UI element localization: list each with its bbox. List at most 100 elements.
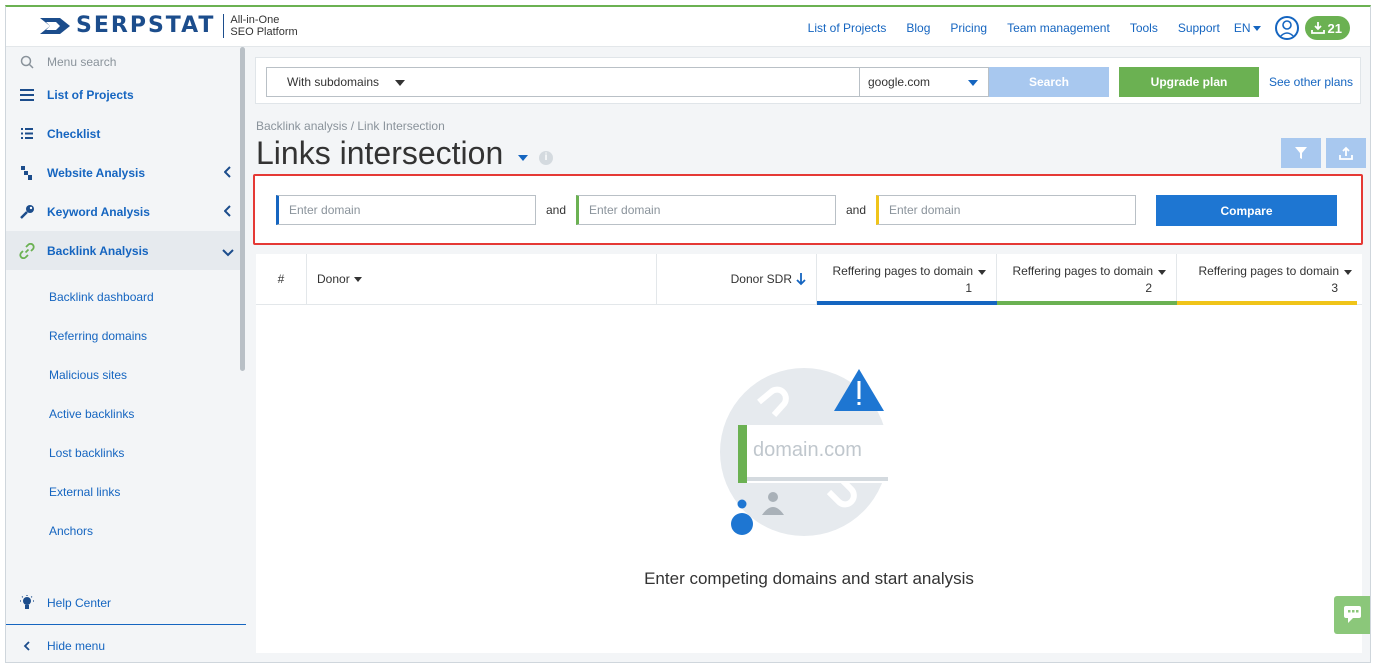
column-ref1-label: Reffering pages to domain xyxy=(832,264,986,278)
sidebar-item-checklist[interactable]: Checklist xyxy=(6,114,240,153)
downloads-badge[interactable]: 21 xyxy=(1304,16,1350,40)
sidebar-subitem-backlink-dashboard[interactable]: Backlink dashboard xyxy=(49,290,154,304)
domain-input-3-placeholder: Enter domain xyxy=(889,203,961,217)
chevron-down-icon xyxy=(395,80,405,86)
column-ref3-label: Reffering pages to domain xyxy=(1198,264,1352,278)
chevron-down-icon xyxy=(978,269,986,275)
column-header-index: # xyxy=(256,254,307,304)
brand-tagline: All-in-One SEO Platform xyxy=(230,14,297,38)
column-donor-sdr-label: Donor SDR xyxy=(730,272,792,286)
key-icon xyxy=(18,203,36,221)
column-ref1-number: 1 xyxy=(965,280,972,295)
top-header: SERPSTAT All-in-One SEO Platform List of… xyxy=(6,7,1370,47)
nav-list-of-projects[interactable]: List of Projects xyxy=(808,21,887,35)
sidebar-subitem-referring-domains[interactable]: Referring domains xyxy=(49,329,147,343)
sidebar-subitem-active-backlinks[interactable]: Active backlinks xyxy=(49,407,134,421)
empty-state-illustration: domain.com xyxy=(719,367,899,537)
upload-icon xyxy=(1339,146,1353,160)
sidebar-item-label: Help Center xyxy=(47,595,112,610)
domain-input-2[interactable]: Enter domain xyxy=(576,195,836,225)
link-icon xyxy=(18,242,36,260)
domain-input-1-placeholder: Enter domain xyxy=(289,203,361,217)
language-label: EN xyxy=(1233,21,1251,35)
sidebar-subitem-malicious-sites[interactable]: Malicious sites xyxy=(49,368,127,382)
sidebar-item-label: Website Analysis xyxy=(47,165,146,180)
column-header-ref-pages-1[interactable]: Reffering pages to domain 1 xyxy=(817,254,997,304)
chevron-down-icon xyxy=(353,276,362,282)
nav-team-management[interactable]: Team management xyxy=(1007,21,1110,35)
upgrade-plan-button[interactable]: Upgrade plan xyxy=(1119,67,1259,97)
sidebar-item-label: Backlink Analysis xyxy=(47,243,149,258)
user-avatar-icon[interactable] xyxy=(1274,16,1299,40)
checklist-icon xyxy=(18,125,36,143)
sidebar-item-keyword-analysis[interactable]: Keyword Analysis xyxy=(6,192,240,231)
column-donor-label: Donor xyxy=(317,272,350,286)
nav-tools[interactable]: Tools xyxy=(1130,21,1158,35)
sidebar-item-help-center[interactable]: Help Center xyxy=(6,583,240,622)
sidebar-divider xyxy=(6,624,246,625)
top-nav: List of Projects Blog Pricing Team manag… xyxy=(788,16,1350,40)
sidebar-subitem-anchors[interactable]: Anchors xyxy=(49,524,93,538)
language-selector[interactable]: EN xyxy=(1234,21,1261,35)
nav-blog[interactable]: Blog xyxy=(906,21,930,35)
column-ref2-number: 2 xyxy=(1145,280,1152,295)
column-ref2-text: Reffering pages to domain xyxy=(1012,263,1153,278)
brand-name: SERPSTAT xyxy=(76,13,216,38)
database-select[interactable]: google.com xyxy=(859,67,989,97)
compare-button[interactable]: Compare xyxy=(1156,195,1337,226)
sidebar-item-label: Checklist xyxy=(47,126,101,141)
logo-divider xyxy=(223,14,225,38)
logo[interactable]: SERPSTAT All-in-One SEO Platform xyxy=(40,14,298,38)
search-button[interactable]: Search xyxy=(989,67,1109,97)
download-count: 21 xyxy=(1327,20,1342,36)
sidebar-item-backlink-analysis[interactable]: Backlink Analysis xyxy=(6,231,240,270)
sidebar-subitem-external-links[interactable]: External links xyxy=(49,485,120,499)
column-header-ref-pages-2[interactable]: Reffering pages to domain 2 xyxy=(997,254,1177,304)
serpstat-logo-icon xyxy=(40,18,70,34)
lightbulb-icon xyxy=(18,594,36,612)
title-dropdown-chevron-icon[interactable] xyxy=(518,155,528,161)
hide-menu-label: Hide menu xyxy=(47,638,106,653)
chevron-down-icon xyxy=(1158,269,1166,275)
menu-search-placeholder: Menu search xyxy=(47,55,117,69)
tagline-line2: SEO Platform xyxy=(230,26,298,38)
domain-input-1[interactable]: Enter domain xyxy=(276,195,536,225)
column-header-donor[interactable]: Donor xyxy=(307,254,657,304)
sidebar-item-label: List of Projects xyxy=(47,87,134,102)
website-analysis-icon xyxy=(18,164,36,182)
column-header-donor-sdr[interactable]: Donor SDR xyxy=(657,254,817,304)
domain-input-3[interactable]: Enter domain xyxy=(876,195,1136,225)
column-index-label: # xyxy=(277,272,285,286)
domain-3-color-bar xyxy=(1177,301,1357,305)
column-header-ref-pages-3[interactable]: Reffering pages to domain 3 xyxy=(1177,254,1362,304)
nav-pricing[interactable]: Pricing xyxy=(950,21,987,35)
breadcrumb[interactable]: Backlink analysis / Link Intersection xyxy=(256,119,445,133)
subdomains-select[interactable]: With subdomains xyxy=(266,67,416,97)
domain-2-color-bar xyxy=(997,301,1177,305)
search-bar: With subdomains google.com Search Upgrad… xyxy=(255,57,1361,104)
filter-icon xyxy=(1295,147,1307,159)
nav-support[interactable]: Support xyxy=(1178,21,1220,35)
chevron-down-icon xyxy=(1252,25,1261,31)
domain-input-2-placeholder: Enter domain xyxy=(589,203,661,217)
menu-search[interactable]: Menu search xyxy=(6,47,240,77)
chevron-down-icon xyxy=(222,246,234,260)
chevron-left-icon xyxy=(223,205,232,220)
chat-button[interactable] xyxy=(1334,596,1370,634)
sidebar-scrollbar[interactable] xyxy=(240,47,245,371)
database-select-value: google.com xyxy=(868,75,931,89)
filter-button[interactable] xyxy=(1281,138,1321,168)
export-button[interactable] xyxy=(1326,138,1366,168)
see-other-plans-link[interactable]: See other plans xyxy=(1269,75,1353,89)
info-icon[interactable]: i xyxy=(539,151,553,165)
search-input[interactable] xyxy=(415,67,861,97)
illustration-domain-text: domain.com xyxy=(753,439,862,461)
results-table: # Donor Donor SDR Reffering pages to dom… xyxy=(256,254,1362,653)
hide-menu-button[interactable]: Hide menu xyxy=(6,626,240,662)
sidebar-item-list-of-projects[interactable]: List of Projects xyxy=(6,75,240,114)
and-label: and xyxy=(846,203,867,217)
sidebar-subitem-lost-backlinks[interactable]: Lost backlinks xyxy=(49,446,124,460)
sidebar-item-website-analysis[interactable]: Website Analysis xyxy=(6,153,240,192)
chevron-left-icon xyxy=(223,166,232,181)
tagline-line1: All-in-One xyxy=(230,14,280,26)
